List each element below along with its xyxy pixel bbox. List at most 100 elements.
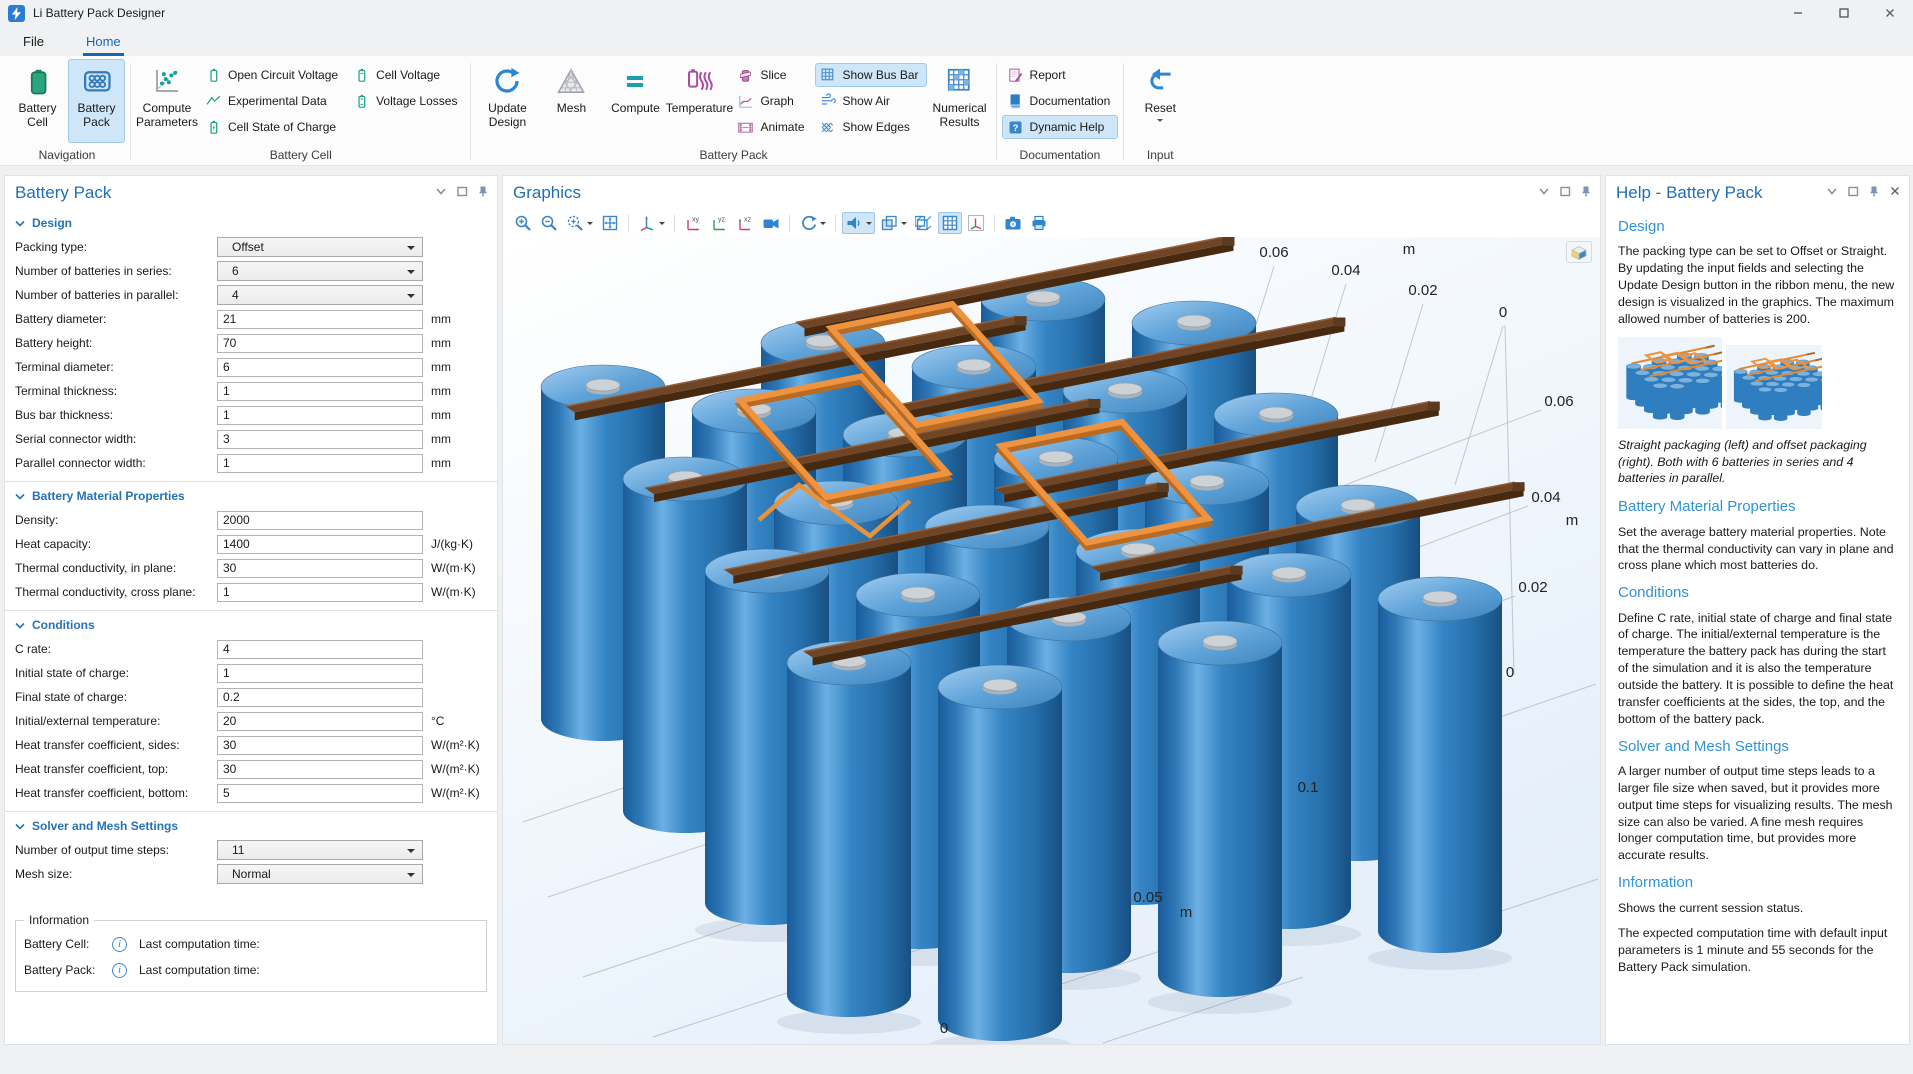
panel-close-button[interactable] <box>1889 184 1901 202</box>
view-cube-icon <box>1570 244 1588 260</box>
compute-parameters-button[interactable]: Compute Parameters <box>136 59 198 143</box>
go-to-default-view-button[interactable] <box>635 212 668 234</box>
density-field[interactable]: 2000 <box>217 511 423 530</box>
transparency-button[interactable] <box>877 212 910 234</box>
battery-cell-button[interactable]: Battery Cell <box>9 59 66 143</box>
cell-state-of-charge-button[interactable]: Cell State of Charge <box>200 115 346 139</box>
heat-transfer-coefficient-top-field[interactable]: 30 <box>217 760 423 779</box>
mesh-button[interactable]: Mesh <box>540 59 602 143</box>
show-air-button[interactable]: Show Air <box>815 89 927 113</box>
panel-pin-button[interactable] <box>1580 184 1592 202</box>
slice-button[interactable]: Slice <box>732 63 812 87</box>
report-button[interactable]: Report <box>1002 63 1119 87</box>
c-rate-field[interactable]: 4 <box>217 640 423 659</box>
graph-button[interactable]: Graph <box>732 89 812 113</box>
graph-icon <box>737 93 754 110</box>
section-header-battery-material-properties[interactable]: Battery Material Properties <box>15 482 487 508</box>
menu-tab-file[interactable]: File <box>20 29 47 56</box>
unit-label: °C <box>431 714 444 728</box>
panel-float-button[interactable] <box>456 184 468 202</box>
section-header-design[interactable]: Design <box>15 209 487 235</box>
number-of-output-time-steps-select[interactable]: 11 <box>217 840 423 860</box>
heat-transfer-coefficient-bottom-field[interactable]: 5 <box>217 784 423 803</box>
go-to-xz-view-button[interactable]: xz <box>733 212 757 234</box>
zoom-out-button[interactable] <box>537 212 561 234</box>
reset-button[interactable]: Reset <box>1129 59 1191 143</box>
maximize-button[interactable] <box>1821 0 1867 26</box>
field-label: Thermal conductivity, cross plane: <box>15 585 217 599</box>
temperature-button[interactable]: Temperature <box>668 59 730 143</box>
heat-capacity-field[interactable]: 1400 <box>217 535 423 554</box>
form-row: Number of output time steps:11 <box>15 838 487 862</box>
bus-bar-thickness-field[interactable]: 1 <box>217 406 423 425</box>
update-design-button[interactable]: Update Design <box>476 59 538 143</box>
dynamic-help-button[interactable]: ? Dynamic Help <box>1002 115 1119 139</box>
minimize-button[interactable] <box>1775 0 1821 26</box>
panel-chevron-down-button[interactable] <box>1538 184 1550 202</box>
ribbon-group-label: Battery Pack <box>476 147 990 165</box>
battery-diameter-field[interactable]: 21 <box>217 310 423 329</box>
zoom-box-button[interactable] <box>563 212 596 234</box>
animate-button[interactable]: Animate <box>732 115 812 139</box>
print-icon <box>1030 214 1048 232</box>
go-to-xy-view-button[interactable]: xy <box>681 212 705 234</box>
initial-external-temperature-field[interactable]: 20 <box>217 712 423 731</box>
open-circuit-voltage-button[interactable]: Open Circuit Voltage <box>200 63 346 87</box>
number-of-batteries-in-series-select[interactable]: 6 <box>217 261 423 281</box>
panel-chevron-down-button[interactable] <box>435 184 447 202</box>
final-state-of-charge-field[interactable]: 0.2 <box>217 688 423 707</box>
show-edges-button[interactable]: Show Edges <box>815 115 927 139</box>
compute-button[interactable]: Compute <box>604 59 666 143</box>
panel-pin-button[interactable] <box>1868 184 1880 202</box>
thermal-conductivity-in-plane-field[interactable]: 30 <box>217 559 423 578</box>
panel-chevron-down-button[interactable] <box>1826 184 1838 202</box>
heat-transfer-coefficient-sides-field[interactable]: 30 <box>217 736 423 755</box>
scene-camera-button[interactable] <box>759 212 783 234</box>
panel-float-button[interactable] <box>1559 184 1571 202</box>
mesh-size-select[interactable]: Normal <box>217 864 423 884</box>
zoom-in-button[interactable] <box>511 212 535 234</box>
battery-pack-button[interactable]: Battery Pack <box>68 59 125 143</box>
experimental-data-button[interactable]: Experimental Data <box>200 89 346 113</box>
view-cube-button[interactable] <box>1566 241 1592 263</box>
ribbon-group-input: Reset Input <box>1124 58 1196 165</box>
field-label: Heat transfer coefficient, sides: <box>15 738 217 752</box>
panel-pin-button[interactable] <box>477 184 489 202</box>
scene-light-button[interactable] <box>842 212 875 234</box>
panel-float-button[interactable] <box>1847 184 1859 202</box>
show-axis-orientation-button[interactable] <box>964 212 988 234</box>
voltage-losses-button[interactable]: Voltage Losses <box>348 89 465 113</box>
show-bus-bar-button[interactable]: Show Bus Bar <box>815 63 927 87</box>
battery-height-field[interactable]: 70 <box>217 334 423 353</box>
thermal-conductivity-cross-plane-field[interactable]: 1 <box>217 583 423 602</box>
print-button[interactable] <box>1027 212 1051 234</box>
svg-text:0.04: 0.04 <box>1531 489 1560 506</box>
packing-type-select[interactable]: Offset <box>217 237 423 257</box>
unit-label: mm <box>431 336 451 350</box>
field-label: Terminal thickness: <box>15 384 217 398</box>
section-header-conditions[interactable]: Conditions <box>15 611 487 637</box>
number-of-batteries-in-parallel-select[interactable]: 4 <box>217 285 423 305</box>
graphics-3d-view[interactable]: 0.060.040.0200.060.040.0200.10.050mmm <box>503 237 1600 1044</box>
terminal-thickness-field[interactable]: 1 <box>217 382 423 401</box>
zoom-extents-button[interactable] <box>598 212 622 234</box>
rotate-button[interactable] <box>796 212 829 234</box>
terminal-diameter-field[interactable]: 6 <box>217 358 423 377</box>
parallel-connector-width-field[interactable]: 1 <box>217 454 423 473</box>
wireframe-rendering-button[interactable] <box>912 212 936 234</box>
show-grid-button[interactable] <box>938 212 962 234</box>
go-to-yz-view-button[interactable]: yz <box>707 212 731 234</box>
numerical-results-button[interactable]: Numerical Results <box>929 59 991 143</box>
dropdown-caret-icon <box>820 222 826 228</box>
section-header-solver-and-mesh-settings[interactable]: Solver and Mesh Settings <box>15 812 487 838</box>
show-edges <box>820 119 837 136</box>
serial-connector-width-field[interactable]: 3 <box>217 430 423 449</box>
initial-state-of-charge-field[interactable]: 1 <box>217 664 423 683</box>
form-row: Heat transfer coefficient, sides:30 W/(m… <box>15 733 487 757</box>
battery-pack-3d-scene[interactable]: 0.060.040.0200.060.040.0200.10.050mmm <box>503 237 1600 1044</box>
image-snapshot-button[interactable] <box>1001 212 1025 234</box>
cell-voltage-button[interactable]: Cell Voltage <box>348 63 465 87</box>
documentation-button[interactable]: Documentation <box>1002 89 1119 113</box>
menu-tab-home[interactable]: Home <box>83 29 124 56</box>
close-button[interactable] <box>1867 0 1913 26</box>
